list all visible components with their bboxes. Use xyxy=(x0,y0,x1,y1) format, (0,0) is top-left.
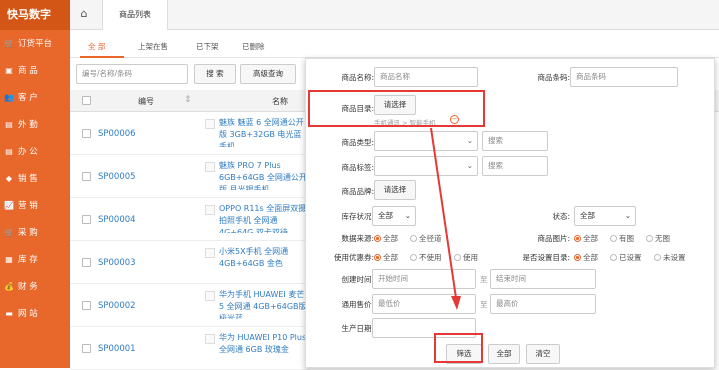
annotation-arrow xyxy=(430,127,461,310)
